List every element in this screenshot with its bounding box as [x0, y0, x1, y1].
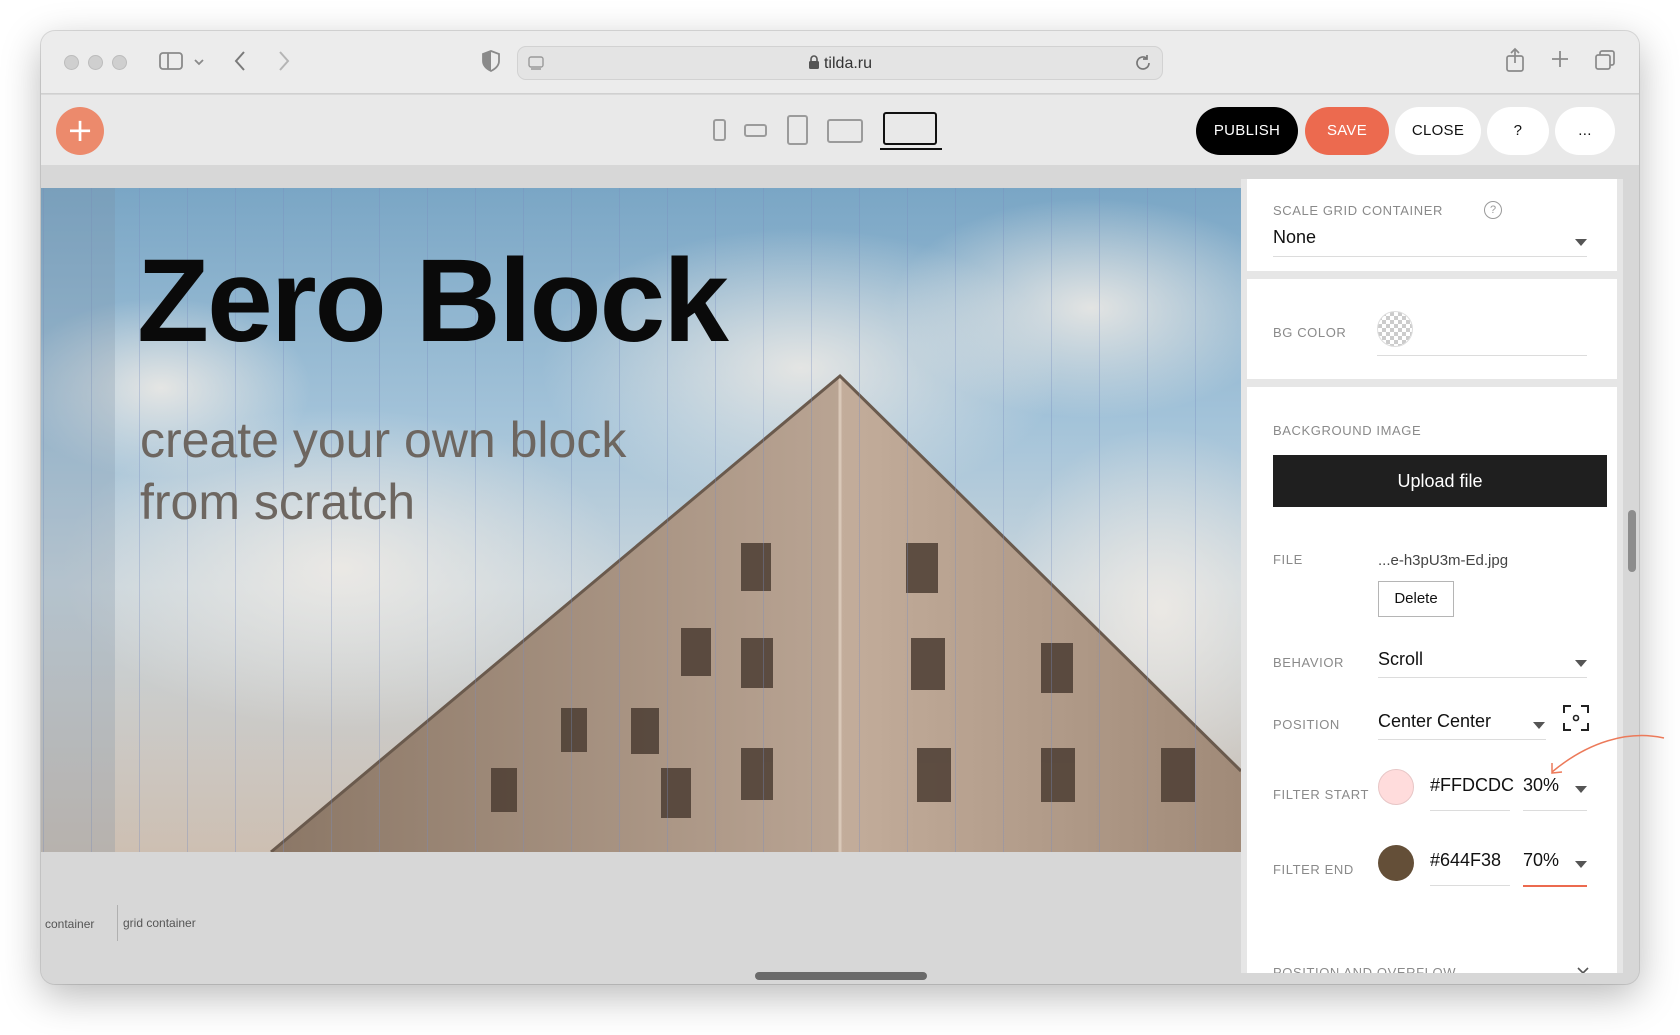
save-button[interactable]: SAVE	[1305, 107, 1389, 155]
laptop-icon[interactable]	[883, 112, 937, 145]
filter-end-opacity[interactable]: 70%	[1523, 850, 1559, 871]
tablet-landscape-icon[interactable]	[827, 119, 863, 143]
field-underline	[1378, 677, 1587, 678]
publish-button[interactable]: PUBLISH	[1196, 107, 1298, 155]
browser-title-bar: tilda.ru	[41, 31, 1639, 94]
grid-container-caption: grid container	[123, 916, 196, 930]
behavior-select[interactable]: Scroll	[1378, 649, 1423, 670]
bg-color-card: BG COLOR	[1247, 279, 1617, 379]
forward-icon[interactable]	[277, 49, 291, 77]
tabs-icon[interactable]	[1594, 49, 1616, 75]
back-icon[interactable]	[233, 49, 247, 77]
field-underline	[1378, 739, 1546, 740]
position-label: POSITION	[1273, 717, 1340, 732]
background-image-label: BACKGROUND IMAGE	[1273, 423, 1422, 438]
panel-scrollbar[interactable]	[1628, 510, 1636, 572]
add-label: +	[66, 111, 94, 149]
behavior-label: BEHAVIOR	[1273, 655, 1345, 670]
background-image-card: BACKGROUND IMAGE Upload file FILE ...e-h…	[1247, 387, 1617, 967]
caption-divider	[117, 905, 118, 941]
url-text: tilda.ru	[518, 55, 1162, 75]
share-icon[interactable]	[1505, 47, 1525, 77]
file-label: FILE	[1273, 552, 1303, 567]
chevron-down-icon[interactable]	[1575, 239, 1587, 246]
zoom-window-button[interactable]	[112, 55, 127, 70]
file-name: ...e-h3pU3m-Ed.jpg	[1378, 552, 1509, 569]
laptop-active-indicator	[880, 148, 942, 150]
filter-start-swatch[interactable]	[1378, 769, 1414, 805]
bg-color-label: BG COLOR	[1273, 325, 1347, 340]
tablet-portrait-icon[interactable]	[787, 115, 808, 145]
annotation-arrow	[1551, 734, 1665, 774]
plus-icon[interactable]	[1550, 49, 1570, 73]
close-window-button[interactable]	[64, 55, 79, 70]
field-underline	[1430, 810, 1510, 811]
filter-start-color[interactable]: #FFDCDC	[1430, 775, 1514, 796]
horizontal-scroll-indicator[interactable]	[755, 972, 927, 980]
sidebar-icon[interactable]	[159, 51, 183, 75]
field-underline	[1523, 810, 1587, 811]
settings-panel: SCALE GRID CONTAINER ? None BG COLOR BAC…	[1241, 179, 1623, 973]
add-element-button[interactable]: +	[56, 107, 104, 155]
address-bar[interactable]: tilda.ru	[517, 46, 1163, 80]
hero-title[interactable]: Zero Block	[137, 233, 729, 369]
upload-file-button[interactable]: Upload file	[1273, 455, 1607, 507]
chevron-down-icon[interactable]	[1575, 660, 1587, 667]
position-select[interactable]: Center Center	[1378, 711, 1491, 732]
shield-icon[interactable]	[481, 49, 501, 77]
filter-end-swatch[interactable]	[1378, 845, 1414, 881]
help-button[interactable]: ?	[1487, 107, 1549, 155]
filter-end-label: FILTER END	[1273, 862, 1354, 877]
field-underline	[1377, 355, 1587, 356]
chevron-down-icon[interactable]	[1575, 786, 1587, 793]
field-underline	[1430, 885, 1510, 886]
hero-subtitle[interactable]: create your own block from scratch	[140, 409, 680, 533]
reload-icon[interactable]	[1134, 54, 1152, 76]
position-overflow-label: POSITION AND OVERFLOW	[1273, 965, 1457, 973]
phone-landscape-icon[interactable]	[744, 124, 767, 137]
chevron-down-icon[interactable]	[1575, 861, 1587, 868]
lock-icon	[808, 55, 820, 75]
field-underline	[1273, 256, 1587, 257]
scale-grid-label: SCALE GRID CONTAINER	[1273, 203, 1443, 218]
filter-start-label: FILTER START	[1273, 787, 1370, 802]
chevron-down-icon[interactable]	[1577, 963, 1589, 973]
close-button[interactable]: CLOSE	[1395, 107, 1481, 155]
chevron-down-icon[interactable]	[193, 53, 205, 72]
chevron-down-icon[interactable]	[1533, 722, 1545, 729]
scale-grid-select[interactable]: None	[1273, 227, 1316, 248]
help-icon[interactable]: ?	[1484, 201, 1502, 219]
url-label: tilda.ru	[823, 55, 873, 72]
filter-end-color[interactable]: #644F38	[1430, 850, 1501, 871]
editor-toolbar: + PUBLISH SAVE CLOSE ? ...	[41, 95, 1639, 165]
more-button[interactable]: ...	[1555, 107, 1615, 155]
browser-window: tilda.ru + PUBLISH SAVE CLOSE ? ... Zero…	[41, 31, 1639, 984]
active-field-underline	[1523, 885, 1587, 887]
bg-color-swatch[interactable]	[1377, 311, 1413, 347]
minimize-window-button[interactable]	[88, 55, 103, 70]
phone-portrait-icon[interactable]	[713, 119, 726, 141]
position-overflow-card[interactable]: POSITION AND OVERFLOW	[1247, 945, 1617, 973]
scale-grid-card: SCALE GRID CONTAINER ? None	[1247, 179, 1617, 271]
delete-file-button[interactable]: Delete	[1378, 581, 1454, 617]
container-caption: container	[45, 917, 95, 931]
container-margin-shade	[41, 188, 115, 852]
